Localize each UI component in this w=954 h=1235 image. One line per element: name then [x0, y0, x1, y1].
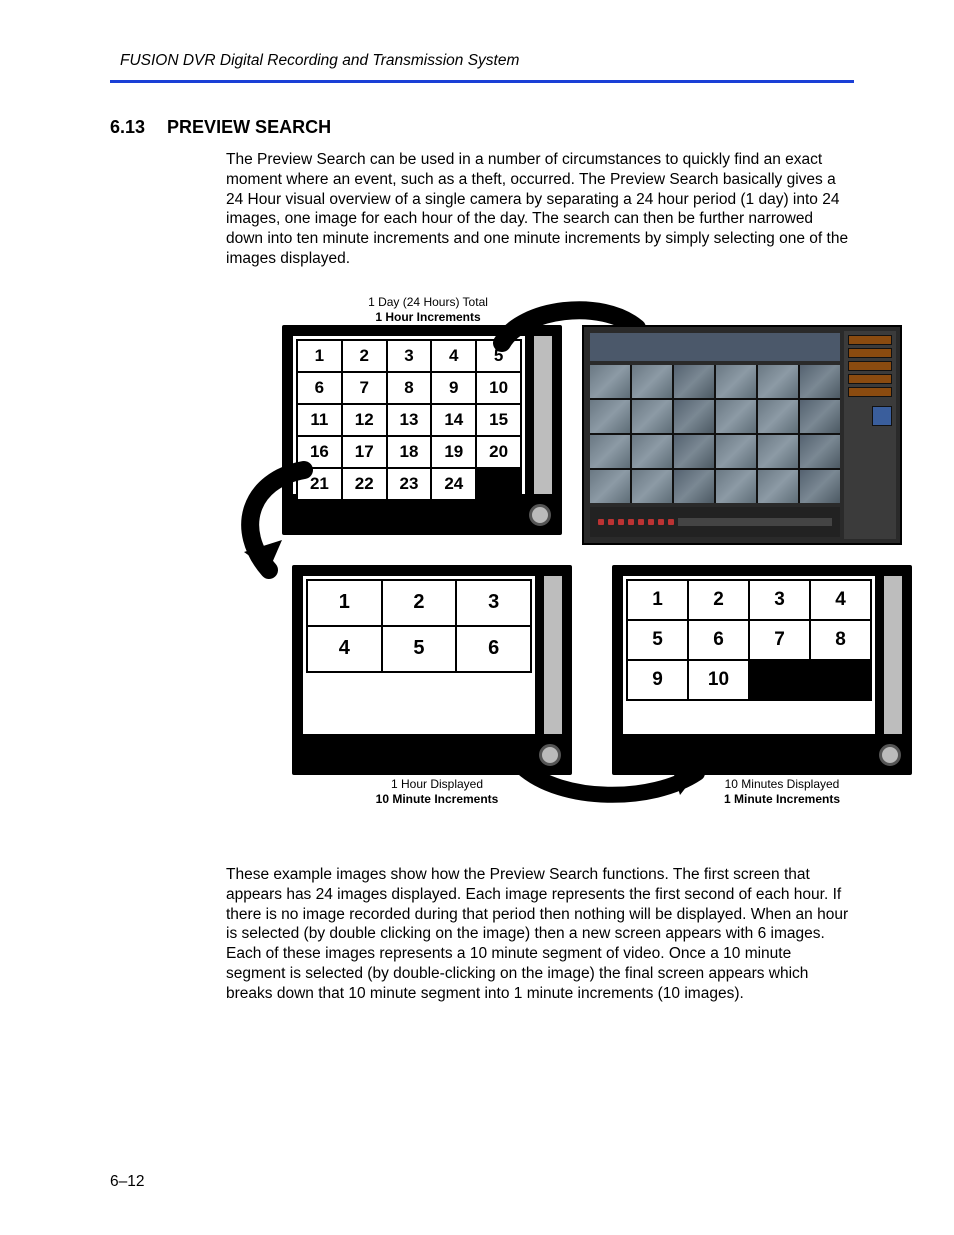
hour-cell: 1	[296, 339, 343, 373]
empty-cell	[748, 659, 811, 701]
onemin-cell: 3	[748, 579, 811, 621]
hour-cell: 9	[430, 371, 477, 405]
onemin-cell: 10	[687, 659, 750, 701]
label-top-line2: 1 Hour Increments	[375, 310, 480, 324]
running-header: FUSION DVR Digital Recording and Transmi…	[120, 52, 854, 70]
onemin-cell: 8	[809, 619, 872, 661]
tenmin-cell: 2	[381, 579, 458, 627]
monitor-1-minute: 1234 5678 910	[612, 565, 912, 775]
hour-cell: 11	[296, 403, 343, 437]
hour-cell: 19	[430, 435, 477, 469]
label-left-line2: 10 Minute Increments	[376, 792, 499, 806]
hour-cell: 14	[430, 403, 477, 437]
onemin-cell: 9	[626, 659, 689, 701]
hour-cell: 15	[475, 403, 522, 437]
hour-cell: 13	[386, 403, 433, 437]
hour-cell: 6	[296, 371, 343, 405]
hour-cell: 10	[475, 371, 522, 405]
label-right-line2: 1 Minute Increments	[724, 792, 840, 806]
tenmin-cell: 4	[306, 625, 383, 673]
tenmin-cell: 1	[306, 579, 383, 627]
onemin-cell: 4	[809, 579, 872, 621]
label-left-line1: 1 Hour Displayed	[391, 777, 483, 791]
empty-cell	[475, 467, 522, 501]
onemin-cell: 7	[748, 619, 811, 661]
label-top-line1: 1 Day (24 Hours) Total	[368, 295, 488, 309]
dvr-screenshot-panel	[582, 325, 902, 545]
onemin-cell: 6	[687, 619, 750, 661]
section-heading: 6.13 PREVIEW SEARCH	[110, 117, 854, 138]
tenmin-cell: 5	[381, 625, 458, 673]
hour-cell: 4	[430, 339, 477, 373]
onemin-cell: 2	[687, 579, 750, 621]
explanation-paragraph: These example images show how the Previe…	[226, 865, 854, 1004]
monitor-10-minute: 123 456	[292, 565, 572, 775]
section-title: PREVIEW SEARCH	[167, 117, 331, 138]
dvr-thumbnail-grid	[590, 365, 840, 503]
hour-cell: 23	[386, 467, 433, 501]
preview-search-figure: 1 Day (24 Hours) Total 1 Hour Increments…	[282, 295, 922, 805]
hour-cell: 22	[341, 467, 388, 501]
intro-paragraph: The Preview Search can be used in a numb…	[226, 150, 854, 269]
onemin-cell: 5	[626, 619, 689, 661]
onemin-cell: 1	[626, 579, 689, 621]
hour-cell: 24	[430, 467, 477, 501]
page-number: 6–12	[110, 1173, 144, 1191]
hour-cell: 8	[386, 371, 433, 405]
hour-cell: 7	[341, 371, 388, 405]
hour-cell: 17	[341, 435, 388, 469]
hour-cell: 18	[386, 435, 433, 469]
hour-cell: 2	[341, 339, 388, 373]
header-divider	[110, 80, 854, 83]
label-right-line1: 10 Minutes Displayed	[725, 777, 840, 791]
section-number: 6.13	[110, 117, 145, 138]
hour-cell: 12	[341, 403, 388, 437]
tenmin-cell: 6	[455, 625, 532, 673]
hour-cell: 3	[386, 339, 433, 373]
hour-cell: 20	[475, 435, 522, 469]
tenmin-cell: 3	[455, 579, 532, 627]
empty-cell	[809, 659, 872, 701]
